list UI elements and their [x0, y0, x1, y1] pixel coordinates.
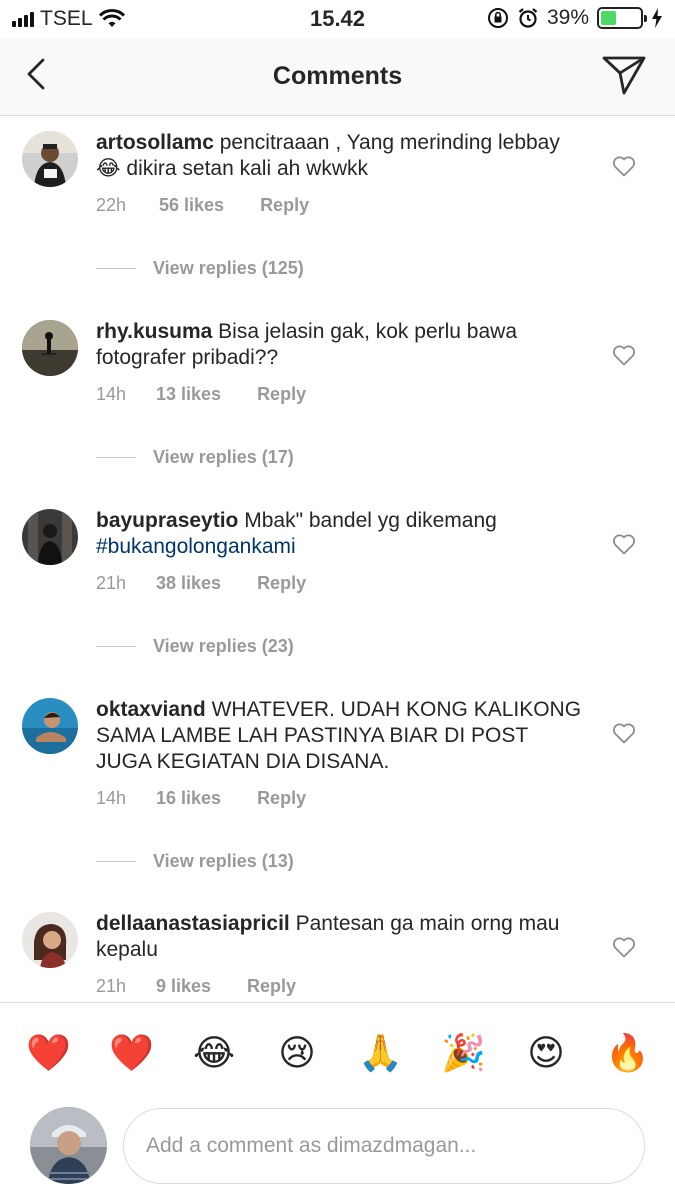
comment-text: rhy.kusuma Bisa jelasin gak, kok perlu b…: [96, 319, 586, 371]
comment-input-placeholder: Add a comment as dimazdmagan...: [146, 1134, 477, 1157]
comment-time: 21h: [96, 573, 127, 593]
divider-line: [96, 646, 136, 647]
comment-body: Mbak" bandel yg dikemang: [244, 509, 497, 532]
avatar[interactable]: [22, 698, 78, 754]
alarm-icon: [518, 8, 538, 28]
comment-meta: 21h 38 likes Reply: [96, 573, 306, 594]
comment-time: 14h: [96, 384, 127, 404]
comment-meta: 14h 16 likes Reply: [96, 788, 306, 809]
orientation-lock-icon: [487, 8, 508, 28]
comment-meta: 21h 9 likes Reply: [96, 976, 296, 997]
comment-body-continued: dikira setan kali ah wkwkk: [126, 157, 368, 180]
comment-meta: 14h 13 likes Reply: [96, 384, 306, 405]
comment-body: pencitraaan , Yang merinding lebbay: [219, 131, 560, 154]
avatar[interactable]: [22, 131, 78, 187]
comment-meta: 22h 56 likes Reply: [96, 195, 309, 216]
header-bar: Comments: [0, 38, 675, 116]
comment-username[interactable]: rhy.kusuma: [96, 320, 212, 343]
view-replies-label: View replies (23): [153, 636, 294, 656]
divider-line: [96, 861, 136, 862]
comment-likes[interactable]: 13 likes: [156, 384, 221, 405]
view-replies-link[interactable]: View replies (17): [96, 447, 294, 468]
emoji-fire[interactable]: 🔥: [605, 1031, 650, 1075]
current-user-avatar: [30, 1107, 107, 1184]
emoji-red-heart[interactable]: ❤️: [26, 1031, 71, 1075]
comment-text: oktaxviand WHATEVER. UDAH KONG KALIKONG …: [96, 697, 586, 775]
status-bar: TSEL 15.42 39%: [0, 0, 675, 38]
divider-line: [96, 268, 136, 269]
emoji-crying[interactable]: 😢: [275, 1031, 319, 1075]
battery-icon: [597, 7, 647, 29]
heart-outline-icon[interactable]: [612, 155, 636, 177]
comments-list[interactable]: artosollamc pencitraaan , Yang merinding…: [0, 117, 675, 1002]
view-replies-label: View replies (13): [153, 851, 294, 871]
quick-emoji-bar: ❤️ ❤️ 😂 😢 🙏 🎉 😍 🔥: [0, 1002, 675, 1098]
emoji-party-popper[interactable]: 🎉: [441, 1031, 486, 1075]
battery-percent: 39%: [546, 6, 589, 29]
comment-username[interactable]: oktaxviand: [96, 698, 206, 721]
heart-outline-icon[interactable]: [612, 344, 636, 366]
reply-button[interactable]: Reply: [260, 195, 309, 216]
heart-outline-icon[interactable]: [612, 722, 636, 744]
heart-outline-icon[interactable]: [612, 533, 636, 555]
emoji-red-heart[interactable]: ❤️: [109, 1031, 154, 1075]
hashtag-link[interactable]: #bukangolongankami: [96, 535, 296, 558]
reply-button[interactable]: Reply: [257, 384, 306, 405]
reply-button[interactable]: Reply: [257, 573, 306, 594]
avatar[interactable]: [22, 912, 78, 968]
view-replies-link[interactable]: View replies (23): [96, 636, 294, 657]
comment-text: artosollamc pencitraaan , Yang merinding…: [96, 130, 586, 182]
comment-time: 21h: [96, 976, 127, 996]
comment-time: 14h: [96, 788, 127, 808]
view-replies-label: View replies (17): [153, 447, 294, 467]
emoji-laughing[interactable]: 😂: [192, 1031, 236, 1075]
reply-button[interactable]: Reply: [247, 976, 296, 997]
comment-text: dellaanastasiapricil Pantesan ga main or…: [96, 911, 586, 963]
comment-time: 22h: [96, 195, 127, 215]
view-replies-link[interactable]: View replies (125): [96, 258, 304, 279]
emoji-praying-hands[interactable]: 🙏: [358, 1031, 403, 1075]
comment-username[interactable]: bayupraseytio: [96, 509, 238, 532]
emoji-laughing: 😂: [96, 157, 121, 180]
comment-likes[interactable]: 16 likes: [156, 788, 221, 809]
direct-send-icon[interactable]: [601, 54, 647, 96]
page-title: Comments: [272, 62, 403, 90]
comment-username[interactable]: artosollamc: [96, 131, 214, 154]
heart-outline-icon[interactable]: [612, 936, 636, 958]
reply-button[interactable]: Reply: [257, 788, 306, 809]
emoji-heart-eyes[interactable]: 😍: [524, 1031, 568, 1075]
avatar[interactable]: [22, 509, 78, 565]
comment-likes[interactable]: 9 likes: [156, 976, 211, 997]
divider-line: [96, 457, 136, 458]
view-replies-link[interactable]: View replies (13): [96, 851, 294, 872]
comment-text: bayupraseytio Mbak" bandel yg dikemang #…: [96, 508, 586, 560]
comment-username[interactable]: dellaanastasiapricil: [96, 912, 290, 935]
comment-likes[interactable]: 56 likes: [159, 195, 224, 216]
avatar[interactable]: [22, 320, 78, 376]
charging-bolt-icon: [652, 8, 662, 28]
comment-input[interactable]: Add a comment as dimazdmagan...: [123, 1108, 645, 1184]
view-replies-label: View replies (125): [153, 258, 304, 278]
comment-likes[interactable]: 38 likes: [156, 573, 221, 594]
